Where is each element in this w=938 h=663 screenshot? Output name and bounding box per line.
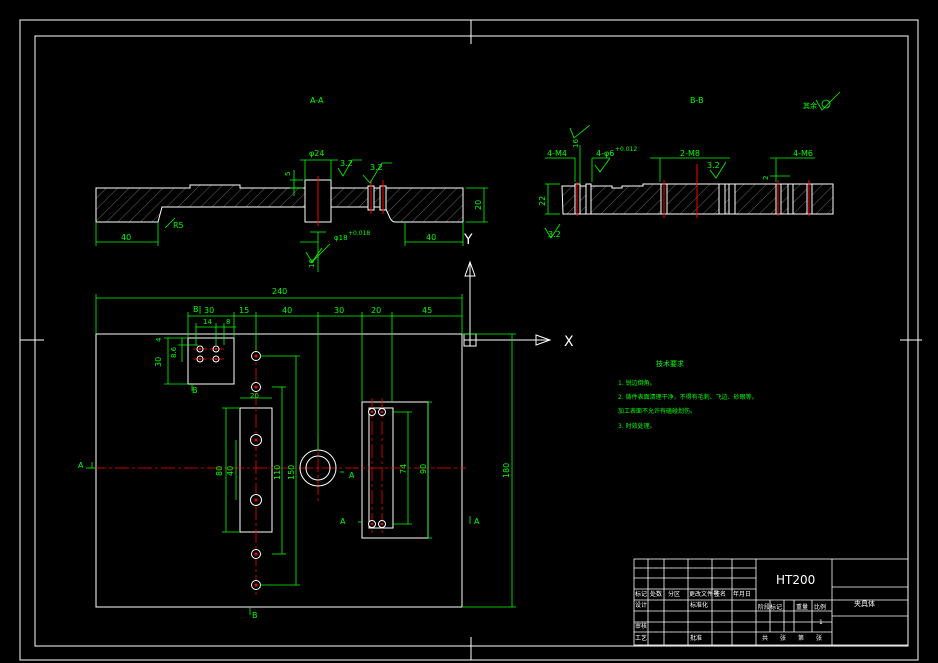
tech-requirements: 技术要求 1. 锐边倒角。 2. 铸件表面清理干净，不得有毛刺、飞边、砂眼等。 … xyxy=(618,359,758,430)
title-stage-label: 阶段标记 xyxy=(758,603,782,611)
section-aa-body xyxy=(95,176,464,226)
bb-dim-height-22: 22 xyxy=(538,196,547,206)
aa-dim-d24: φ24 xyxy=(309,149,324,158)
title-approve: 批准 xyxy=(690,634,702,642)
aa-dim-right-40: 40 xyxy=(426,233,436,242)
plan-dim-40: 40 xyxy=(282,306,292,315)
section-cut-markers xyxy=(86,306,471,615)
title-row-review: 审核 xyxy=(635,622,647,630)
section-bb-title: B-B xyxy=(690,96,704,105)
plan-dim-180: 180 xyxy=(502,463,511,478)
plan-dim-30: 30 xyxy=(204,306,214,315)
tech-req-item-3: 加工表面不允许有磕碰划伤。 xyxy=(618,407,696,415)
y-axis-arrow xyxy=(464,260,476,338)
aa-roughness-1: 3.2 xyxy=(340,159,353,168)
aa-dim-r5: R5 xyxy=(173,221,184,230)
plan-dim-4: 4 xyxy=(155,337,163,342)
aa-dim-depth-16: 16 xyxy=(308,259,316,268)
section-bb-body xyxy=(561,164,834,218)
section-bb-dimensions xyxy=(544,124,815,239)
tech-req-item-2: 2. 铸件表面清理干净，不得有毛刺、飞边、砂眼等。 xyxy=(618,393,758,401)
title-sheet-index-label: 第 xyxy=(798,634,804,642)
section-aa-title: A-A xyxy=(310,96,324,105)
aa-dim-d18-tol: +0.018 xyxy=(348,230,370,237)
svg-text:其余: 其余 xyxy=(803,101,817,110)
plan-dim-8-6: 8.6 xyxy=(170,346,178,358)
aa-roughness-2: 3.2 xyxy=(370,163,383,172)
bb-dim-d6: 4-φ6 xyxy=(596,149,614,158)
x-axis-arrow xyxy=(470,334,552,346)
bb-dim-m4: 4-M4 xyxy=(547,149,567,158)
plan-dim-240: 240 xyxy=(272,287,287,296)
y-axis-label: Y xyxy=(463,232,473,248)
plan-dim-40v: 40 xyxy=(226,466,235,476)
section-mark-b-lower: B xyxy=(192,386,198,395)
title-sheet-no: 1 xyxy=(819,619,823,626)
section-mark-a-left: A xyxy=(78,461,84,470)
aa-dim-d18: φ18 xyxy=(334,234,348,242)
section-mark-a-center: A xyxy=(349,471,355,480)
section-mark-a-right: A xyxy=(474,517,480,526)
tech-req-item-1: 1. 锐边倒角。 xyxy=(618,379,656,387)
title-col-zone: 分区 xyxy=(668,590,680,598)
bb-roughness-1: 3.2 xyxy=(707,161,720,170)
bb-dim-m8: 2-M8 xyxy=(680,149,700,158)
title-row-process: 工艺 xyxy=(635,634,647,642)
aa-dim-left-40: 40 xyxy=(121,233,131,242)
title-col-sign: 签名 xyxy=(714,590,726,598)
bb-dim-d6-tol: +0.012 xyxy=(615,146,637,153)
title-row-design: 设计 xyxy=(635,601,647,609)
title-sheet-unit-2: 张 xyxy=(816,634,822,642)
title-std: 标准化 xyxy=(690,601,708,609)
plan-dim-74: 74 xyxy=(399,464,408,474)
title-sheet-total-label: 共 xyxy=(762,634,768,642)
tech-req-item-4: 3. 时效处理。 xyxy=(618,422,656,430)
plan-dim-8: 8 xyxy=(226,318,230,326)
bb-dim-2: 2 xyxy=(762,176,770,180)
plan-dim-15: 15 xyxy=(239,306,249,315)
other-roughness-symbol: 其余 xyxy=(803,91,841,111)
title-sheet-unit-1: 张 xyxy=(780,634,786,642)
section-mark-b-top: B xyxy=(193,305,199,314)
plan-dim-90: 90 xyxy=(419,464,428,474)
tech-req-title: 技术要求 xyxy=(656,359,684,368)
title-weight-label: 重量 xyxy=(796,603,808,611)
bb-dim-16: 16 xyxy=(572,139,580,148)
plan-dim-80: 80 xyxy=(215,466,224,476)
bb-dim-m6: 4-M6 xyxy=(793,149,813,158)
plan-dim-20b: 20 xyxy=(250,392,259,400)
title-col-count: 处数 xyxy=(650,590,662,598)
plan-dim-20: 20 xyxy=(371,306,381,315)
plan-dim-45: 45 xyxy=(422,306,432,315)
plan-dim-150: 150 xyxy=(287,465,296,480)
cad-drawing: A-A 40 40 R5 φ24 φ18 +0.018 16 5 20 3.2 … xyxy=(19,19,922,661)
bb-roughness-2: 3.2 xyxy=(548,230,561,239)
aa-dim-5: 5 xyxy=(284,172,292,176)
plan-dim-30b: 30 xyxy=(334,306,344,315)
title-row-mark: 标记 xyxy=(635,590,647,598)
title-col-date: 年月日 xyxy=(733,590,751,598)
inner-frame xyxy=(34,35,909,647)
title-part-name: 夹具体 xyxy=(854,599,875,608)
plan-dim-110: 110 xyxy=(273,465,282,480)
section-mark-b-bottom: B xyxy=(252,611,258,620)
origin-marker xyxy=(463,333,477,347)
section-mark-a-small: A xyxy=(340,517,346,526)
aa-dim-height-20: 20 xyxy=(474,200,483,210)
plan-dim-14: 14 xyxy=(203,318,212,326)
title-material: HT200 xyxy=(776,573,815,587)
plan-dim-30v: 30 xyxy=(154,357,163,367)
title-scale-label: 比例 xyxy=(814,603,826,611)
x-axis-label: X xyxy=(564,334,574,350)
